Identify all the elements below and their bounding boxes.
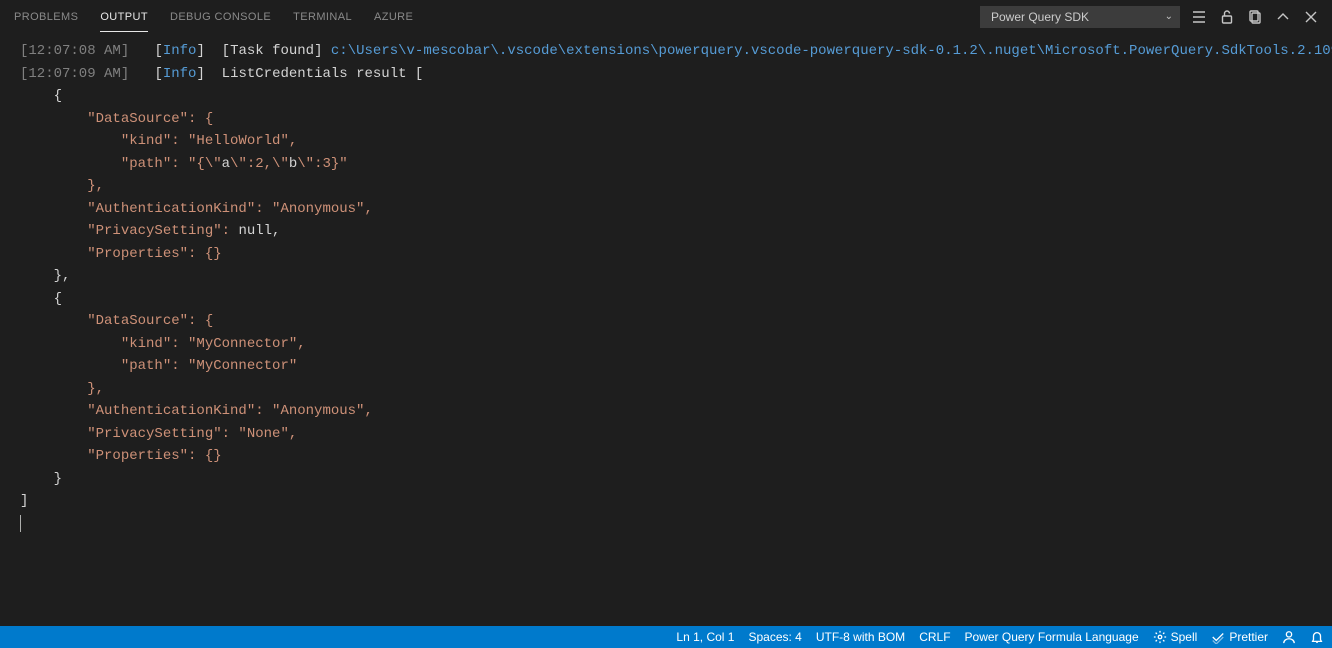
status-encoding[interactable]: UTF-8 with BOM [816,630,905,644]
json-line: "DataSource": { [20,313,213,329]
status-lncol[interactable]: Ln 1, Col 1 [676,630,734,644]
output-channel-label: Power Query SDK [991,10,1089,24]
json-line: ] [20,493,28,509]
tab-azure[interactable]: AZURE [374,2,413,32]
list-icon[interactable] [1188,6,1210,28]
json-line: "kind": "HelloWorld", [20,133,297,149]
output-pane[interactable]: [12:07:08 AM] [Info] [Task found] c:\Use… [0,34,1332,626]
unlock-icon[interactable] [1216,6,1238,28]
log-task-found: [Task found] [222,43,323,59]
tab-output[interactable]: OUTPUT [100,2,148,32]
json-line: "PrivacySetting": "None", [20,426,297,442]
chevron-down-icon: ⌄ [1165,11,1173,22]
json-line: "AuthenticationKind": "Anonymous", [20,403,373,419]
json-line: "DataSource": { [20,111,213,127]
status-bar: Ln 1, Col 1 Spaces: 4 UTF-8 with BOM CRL… [0,626,1332,648]
json-line: "path": "MyConnector" [20,358,297,374]
json-line: "PrivacySetting": [20,223,238,239]
json-line: }, [20,178,104,194]
json-line: "kind": "MyConnector", [20,336,306,352]
json-line: "path": "{\" [20,156,222,172]
status-bell-icon[interactable] [1310,630,1324,644]
person-icon [1282,630,1296,644]
status-language[interactable]: Power Query Formula Language [965,630,1139,644]
json-line: "AuthenticationKind": "Anonymous", [20,201,373,217]
log-level-info: Info [163,43,197,59]
clear-output-icon[interactable] [1244,6,1266,28]
check-icon [1211,630,1225,644]
close-panel-icon[interactable] [1300,6,1322,28]
panel-tabbar: PROBLEMS OUTPUT DEBUG CONSOLE TERMINAL A… [0,0,1332,34]
status-feedback-icon[interactable] [1282,630,1296,644]
json-line: { [20,291,62,307]
tab-debug-console[interactable]: DEBUG CONSOLE [170,2,271,32]
bell-icon [1310,630,1324,644]
json-line: { [20,88,62,104]
json-line: "Properties": {} [20,246,222,262]
tab-terminal[interactable]: TERMINAL [293,2,352,32]
tab-problems[interactable]: PROBLEMS [14,2,78,32]
log-exe-path: c:\Users\v-mescobar\.vscode\extensions\p… [331,43,1332,59]
status-indent[interactable]: Spaces: 4 [748,630,801,644]
status-eol[interactable]: CRLF [919,630,950,644]
json-line: } [20,471,62,487]
output-channel-select[interactable]: Power Query SDK ⌄ [980,6,1180,28]
log-listcred-header: ListCredentials result [ [222,66,424,82]
status-prettier[interactable]: Prettier [1211,630,1268,644]
json-line: "Properties": {} [20,448,222,464]
chevron-up-icon[interactable] [1272,6,1294,28]
log-timestamp: [12:07:09 AM] [20,66,129,82]
status-spell[interactable]: Spell [1153,630,1198,644]
log-level-info: Info [163,66,197,82]
json-line: }, [20,381,104,397]
log-timestamp: [12:07:08 AM] [20,43,129,59]
cursor [20,516,21,532]
gear-icon [1153,630,1167,644]
json-line: }, [20,268,70,284]
